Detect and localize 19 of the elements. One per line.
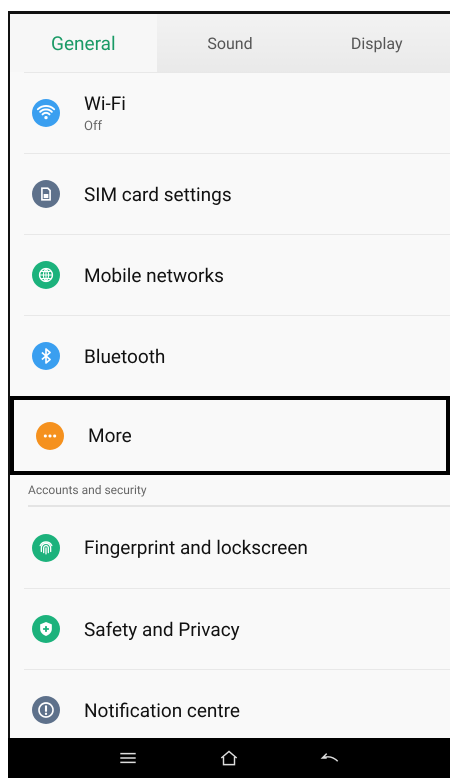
item-title: SIM card settings bbox=[84, 182, 232, 206]
settings-item[interactable]: Bluetooth bbox=[24, 315, 450, 396]
item-title: Mobile networks bbox=[84, 264, 224, 286]
item-title: Bluetooth bbox=[84, 344, 166, 368]
section-header: Accounts and security bbox=[28, 475, 450, 507]
item-title: Notification centre bbox=[84, 698, 240, 722]
item-title: Wi-Fi bbox=[84, 92, 126, 115]
settings-item[interactable]: SIM card settings bbox=[24, 153, 450, 234]
item-title: Safety and Privacy bbox=[84, 618, 240, 640]
item-title: More bbox=[88, 424, 132, 447]
settings-item[interactable]: Fingerprint and lockscreen bbox=[24, 507, 450, 588]
item-status: Off bbox=[84, 119, 103, 134]
tab[interactable]: Sound bbox=[156, 14, 304, 72]
tab[interactable]: Display bbox=[303, 14, 450, 72]
item-title: Fingerprint and lockscreen bbox=[84, 536, 308, 559]
settings-item[interactable]: More bbox=[10, 396, 450, 475]
settings-item[interactable]: Mobile networks bbox=[24, 234, 450, 315]
settings-item[interactable]: Safety and Privacy bbox=[24, 588, 450, 669]
settings-item[interactable]: Wi-Fi Off bbox=[24, 72, 450, 153]
